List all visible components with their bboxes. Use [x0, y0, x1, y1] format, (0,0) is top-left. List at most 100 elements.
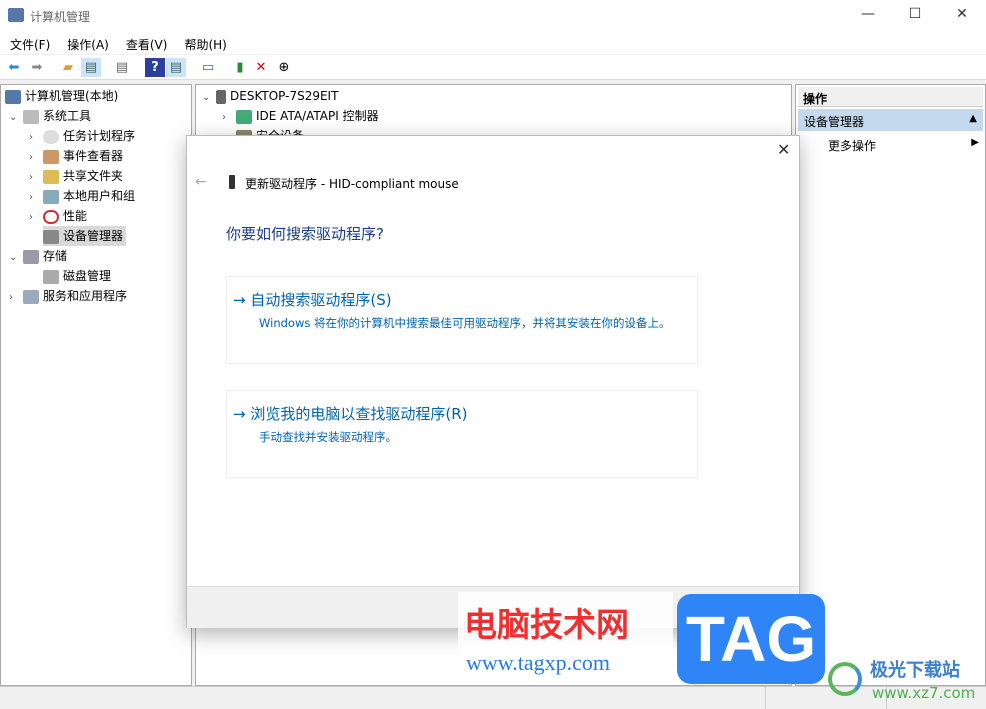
- option-description: 手动查找并安装驱动程序。: [259, 430, 397, 444]
- device-label: DESKTOP-7S29EIT: [230, 89, 339, 103]
- auto-search-option[interactable]: → 自动搜索驱动程序(S) Windows 将在你的计算机中搜索最佳可用驱动程序，…: [226, 276, 698, 364]
- device-computer[interactable]: ⌄ DESKTOP-7S29EIT: [202, 86, 338, 106]
- actions-header: 操作: [798, 87, 983, 107]
- menu-bar: 文件(F) 操作(A) 查看(V) 帮助(H): [0, 32, 986, 54]
- arrow-right-icon: →: [233, 291, 246, 309]
- option-title: → 浏览我的电脑以查找驱动程序(R): [233, 405, 468, 423]
- more-actions[interactable]: 更多操作 ▶: [828, 137, 983, 155]
- menu-action[interactable]: 操作(A): [57, 32, 116, 53]
- menu-view[interactable]: 查看(V): [116, 32, 175, 53]
- watermark-site2: 极光下载站: [870, 660, 960, 681]
- show-hide-tree-icon[interactable]: ▤: [81, 58, 101, 77]
- clock-icon: [43, 129, 59, 144]
- services-icon: [23, 289, 39, 304]
- tree-item-system-tools[interactable]: ⌄ 系统工具: [9, 106, 91, 126]
- option-title: → 自动搜索驱动程序(S): [233, 291, 392, 309]
- tree-item-shared-folders[interactable]: › 共享文件夹: [29, 166, 123, 186]
- device-label: IDE ATA/ATAPI 控制器: [256, 109, 379, 123]
- chevron-right-icon[interactable]: ›: [29, 188, 43, 208]
- collapse-icon[interactable]: ▲: [969, 113, 977, 124]
- tree-label: 设备管理器: [63, 229, 124, 243]
- up-folder-icon[interactable]: ▰: [58, 58, 78, 77]
- tree-item-local-users[interactable]: › 本地用户和组: [29, 186, 135, 206]
- tree-label: 服务和应用程序: [43, 289, 128, 303]
- event-viewer-icon: [43, 149, 59, 164]
- dialog-question: 你要如何搜索驱动程序?: [226, 225, 384, 243]
- chevron-right-icon[interactable]: ›: [222, 108, 236, 128]
- window-title: 计算机管理: [30, 10, 91, 24]
- watermark-url2: www.xz7.com: [872, 684, 976, 702]
- actions-section-device-manager[interactable]: 设备管理器 ▲: [798, 109, 983, 131]
- tree-item-performance[interactable]: › 性能: [29, 206, 87, 226]
- storage-icon: [23, 249, 39, 264]
- menu-help[interactable]: 帮助(H): [174, 32, 233, 53]
- tree-label: 共享文件夹: [63, 169, 124, 183]
- tree-label: 本地用户和组: [63, 189, 136, 203]
- performance-icon: [43, 209, 59, 224]
- forward-icon[interactable]: ➡: [27, 58, 47, 77]
- dialog-close-button[interactable]: ✕: [777, 140, 790, 159]
- back-icon[interactable]: ⬅: [4, 58, 24, 77]
- navigation-tree: 计算机管理(本地) ⌄ 系统工具 › 任务计划程序 › 事件查看器 › 共享文件夹 › 本…: [0, 84, 192, 686]
- submenu-arrow-icon: ▶: [971, 137, 979, 148]
- chevron-down-icon[interactable]: ⌄: [9, 108, 23, 128]
- watermark-url: www.tagxp.com: [466, 650, 610, 675]
- shared-folder-icon: [43, 169, 59, 184]
- show-action-pane-icon[interactable]: ▤: [166, 58, 186, 77]
- tree-label: 存储: [43, 249, 68, 263]
- update-driver-dialog: ✕ ← 更新驱动程序 - HID-compliant mouse 你要如何搜索驱…: [186, 135, 800, 628]
- disk-icon: [43, 269, 59, 284]
- device-manager-icon: [43, 229, 59, 244]
- tree-label: 性能: [63, 209, 88, 223]
- chevron-down-icon[interactable]: ⌄: [9, 248, 23, 268]
- tree-item-device-manager[interactable]: 设备管理器: [43, 226, 127, 246]
- update-driver-icon[interactable]: ▮: [230, 58, 250, 77]
- tree-item-event-viewer[interactable]: › 事件查看器: [29, 146, 123, 166]
- back-arrow-icon[interactable]: ←: [195, 174, 207, 190]
- tree-item-services[interactable]: › 服务和应用程序: [9, 286, 127, 306]
- computer-management-icon: [8, 8, 24, 22]
- chevron-right-icon[interactable]: ›: [9, 288, 23, 308]
- xz7-logo-icon: [828, 662, 862, 696]
- minimize-button[interactable]: —: [858, 6, 878, 22]
- close-button[interactable]: ✕: [952, 6, 972, 22]
- watermark-site-name: 电脑技术网: [464, 605, 629, 644]
- mouse-device-icon: [229, 175, 235, 189]
- browse-option[interactable]: → 浏览我的电脑以查找驱动程序(R) 手动查找并安装驱动程序。: [226, 390, 698, 478]
- scan-hardware-icon[interactable]: ▭: [198, 58, 218, 77]
- tree-label: 系统工具: [43, 109, 92, 123]
- tree-item-task-scheduler[interactable]: › 任务计划程序: [29, 126, 135, 146]
- chevron-right-icon[interactable]: ›: [29, 148, 43, 168]
- properties-icon[interactable]: ▤: [112, 58, 132, 77]
- maximize-button[interactable]: ☐: [905, 6, 925, 22]
- option-description: Windows 将在你的计算机中搜索最佳可用驱动程序，并将其安装在你的设备上。: [259, 316, 671, 330]
- more-actions-label: 更多操作: [828, 139, 877, 153]
- title-bar: 计算机管理 — ☐ ✕: [0, 0, 986, 32]
- tree-root[interactable]: 计算机管理(本地): [5, 86, 118, 106]
- watermark-text: 电脑技术网 www.tagxp.com: [458, 592, 673, 684]
- tools-icon: [23, 109, 39, 124]
- section-label: 设备管理器: [804, 115, 865, 129]
- toolbar: ⬅ ➡ ▰ ▤ ▤ ? ▤ ▭ ▮ ✕ ⊕: [0, 55, 986, 80]
- chevron-right-icon[interactable]: ›: [29, 128, 43, 148]
- ide-controller-icon: [236, 109, 252, 124]
- device-category[interactable]: › IDE ATA/ATAPI 控制器: [222, 106, 379, 126]
- chevron-right-icon[interactable]: ›: [29, 168, 43, 188]
- chevron-right-icon[interactable]: ›: [29, 208, 43, 228]
- watermark-xz7: 极光下载站 www.xz7.com: [818, 656, 986, 708]
- computer-management-icon: [5, 89, 21, 104]
- watermark-tag-logo: TAG: [677, 594, 825, 684]
- chevron-down-icon[interactable]: ⌄: [202, 88, 216, 108]
- tree-root-label: 计算机管理(本地): [25, 89, 119, 103]
- tree-item-storage[interactable]: ⌄ 存储: [9, 246, 67, 266]
- help-icon[interactable]: ?: [145, 58, 165, 77]
- tree-label: 磁盘管理: [63, 269, 112, 283]
- arrow-right-icon: →: [233, 405, 246, 423]
- tree-item-disk-management[interactable]: 磁盘管理: [43, 266, 111, 286]
- uninstall-icon[interactable]: ✕: [251, 58, 271, 77]
- computer-icon: [216, 89, 226, 104]
- actions-pane: 操作 设备管理器 ▲ 更多操作 ▶: [795, 84, 986, 686]
- menu-file[interactable]: 文件(F): [0, 32, 57, 53]
- disable-icon[interactable]: ⊕: [274, 58, 294, 77]
- users-icon: [43, 189, 59, 204]
